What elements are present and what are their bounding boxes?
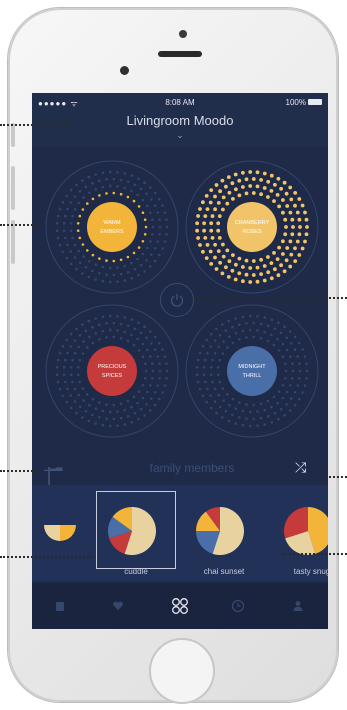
scent-label: ROSES [242, 229, 262, 235]
chevron-down-icon[interactable]: ⌄ [32, 130, 328, 141]
battery-icon [308, 99, 322, 105]
intensity-icon: ▁▂▃ [44, 462, 63, 471]
scent-label: EMBERS [100, 229, 124, 235]
clock-icon [231, 599, 245, 613]
scent-capsule-3[interactable]: PRECIOUS SPICES [42, 301, 182, 441]
blend-label: chai sunset [203, 567, 245, 576]
status-time: 8:08 AM [165, 98, 195, 107]
family-icon [172, 598, 188, 614]
earpiece-speaker [158, 51, 202, 57]
tab-profile[interactable] [288, 596, 308, 616]
tab-capsules[interactable] [50, 596, 70, 616]
blend-pie-3[interactable] [280, 503, 328, 567]
tab-family[interactable] [170, 596, 190, 616]
power-button[interactable] [160, 283, 194, 317]
callout-line [324, 476, 347, 478]
status-bar: ●●●●● ᯤ 8:08 AM 100% [32, 93, 328, 111]
scent-label: THRILL [243, 373, 262, 379]
scent-capsule-4[interactable]: MIDNIGHT THRILL [182, 301, 322, 441]
heart-icon [113, 601, 123, 610]
blend-pie-partial[interactable] [40, 505, 80, 545]
app-screen: ●●●●● ᯤ 8:08 AM 100% Livingroom Moodo ⌄ … [32, 93, 328, 629]
scent-capsule-1[interactable]: WARM EMBERS [42, 157, 182, 297]
volume-up-button [11, 166, 15, 210]
section-title: family members [149, 461, 235, 475]
blend-pie-1[interactable] [104, 503, 168, 567]
callout-line [0, 124, 72, 126]
tab-favorites[interactable] [108, 596, 128, 616]
battery-percent: 100% [285, 98, 306, 107]
scent-capsule-2[interactable]: CRANBERRY ROSES [182, 157, 322, 297]
volume-down-button [11, 220, 15, 264]
scent-label: CRANBERRY [235, 220, 270, 226]
scent-label: WARM [103, 220, 121, 226]
callout-line [0, 556, 92, 558]
callout-line [0, 224, 40, 226]
blend-pie-2[interactable] [192, 503, 256, 567]
scent-label: SPICES [102, 373, 123, 379]
front-camera [179, 30, 187, 38]
blend-label: tasty snug [293, 567, 328, 576]
scent-label: MIDNIGHT [238, 364, 266, 370]
callout-line [0, 470, 40, 472]
tab-schedule[interactable] [228, 596, 248, 616]
device-title[interactable]: Livingroom Moodo [32, 113, 328, 128]
power-icon [170, 294, 184, 307]
shuffle-icon[interactable]: ⤮ [295, 459, 306, 476]
home-button[interactable] [149, 638, 215, 704]
blend-label: cuddle [124, 567, 148, 576]
callout-line [282, 553, 347, 555]
proximity-sensor [120, 66, 129, 75]
capsule-icon [56, 602, 64, 611]
silent-switch [11, 123, 15, 147]
callout-line [194, 297, 347, 299]
profile-icon [293, 601, 303, 611]
scent-label: PRECIOUS [98, 364, 127, 370]
